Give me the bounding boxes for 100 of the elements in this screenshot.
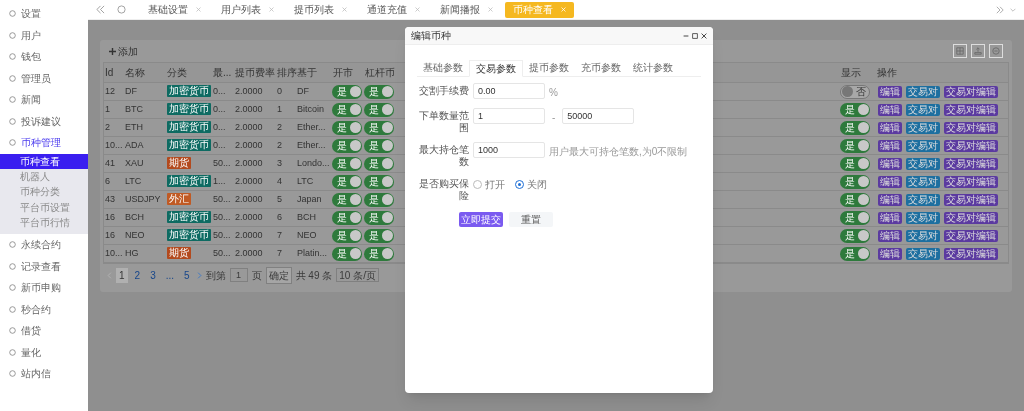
action-button[interactable]: 交易对 bbox=[906, 247, 940, 260]
action-button[interactable]: 编辑 bbox=[878, 85, 902, 98]
sidebar-item[interactable]: 钱包 bbox=[0, 46, 88, 68]
page-button[interactable]: 2 bbox=[131, 267, 144, 283]
sidebar-item[interactable]: 新闻 bbox=[0, 89, 88, 111]
toggle-switch[interactable]: 否 bbox=[840, 84, 870, 99]
dialog-tab[interactable]: 提币参数 bbox=[523, 59, 575, 76]
input-field[interactable]: 50000 bbox=[562, 108, 635, 124]
page-button[interactable]: 1 bbox=[116, 267, 128, 283]
action-button[interactable]: 交易对 bbox=[906, 175, 940, 188]
action-button[interactable]: 交易对编辑 bbox=[944, 211, 998, 224]
page-button[interactable]: ... bbox=[162, 267, 178, 283]
action-button[interactable]: 编辑 bbox=[878, 139, 902, 152]
dialog-tab[interactable]: 交易参数 bbox=[469, 60, 523, 77]
sidebar-item[interactable]: 管理员 bbox=[0, 67, 88, 89]
sidebar-subitem[interactable]: 币种查看 bbox=[0, 153, 88, 169]
input-field[interactable]: 1 bbox=[473, 108, 545, 124]
action-button[interactable]: 交易对 bbox=[906, 103, 940, 116]
action-button[interactable]: 交易对编辑 bbox=[944, 247, 998, 260]
action-button[interactable]: 编辑 bbox=[878, 193, 902, 206]
sidebar-item[interactable]: 站内信 bbox=[0, 363, 88, 385]
sidebar-item[interactable]: 设置 bbox=[0, 3, 88, 25]
toggle-switch[interactable]: 是 bbox=[364, 246, 394, 261]
dialog-tab[interactable]: 基础参数 bbox=[417, 59, 469, 76]
action-button[interactable]: 交易对编辑 bbox=[944, 85, 998, 98]
chevrons-right-icon[interactable] bbox=[996, 5, 1004, 14]
toggle-switch[interactable]: 是 bbox=[840, 228, 870, 243]
action-button[interactable]: 交易对 bbox=[906, 193, 940, 206]
next-icon[interactable] bbox=[196, 271, 202, 279]
toggle-switch[interactable]: 是 bbox=[840, 138, 870, 153]
toggle-switch[interactable]: 是 bbox=[332, 192, 362, 207]
sidebar-subitem[interactable]: 币种分类 bbox=[0, 184, 88, 200]
toggle-switch[interactable]: 是 bbox=[332, 174, 362, 189]
confirm-button[interactable]: 确定 bbox=[265, 266, 292, 284]
toggle-switch[interactable]: 是 bbox=[364, 84, 394, 99]
page-button[interactable]: 5 bbox=[181, 267, 193, 283]
sidebar-subitem[interactable]: 机器人 bbox=[0, 168, 88, 185]
submit-button[interactable]: 立即提交 bbox=[459, 212, 503, 227]
dialog-tab[interactable]: 统计参数 bbox=[627, 59, 679, 76]
sidebar-item[interactable]: 秒合约 bbox=[0, 298, 88, 320]
toggle-switch[interactable]: 是 bbox=[332, 102, 362, 117]
action-button[interactable]: 交易对编辑 bbox=[944, 157, 998, 170]
tab[interactable]: 提币列表 bbox=[286, 1, 355, 18]
sidebar-item[interactable]: 量化 bbox=[0, 341, 88, 363]
toggle-switch[interactable]: 是 bbox=[840, 210, 870, 225]
reset-button[interactable]: 重置 bbox=[509, 212, 553, 227]
tab[interactable]: 基础设置 bbox=[140, 1, 209, 18]
minimize-icon[interactable] bbox=[683, 32, 689, 39]
sidebar-item[interactable]: 币种管理 bbox=[0, 132, 88, 154]
toggle-switch[interactable]: 是 bbox=[840, 246, 870, 261]
sidebar-subitem[interactable]: 平台币行情 bbox=[0, 214, 88, 230]
caret-icon[interactable] bbox=[1010, 6, 1016, 13]
toggle-switch[interactable]: 是 bbox=[364, 228, 394, 243]
action-button[interactable]: 编辑 bbox=[878, 103, 902, 116]
sidebar-subitem[interactable]: 平台币设置 bbox=[0, 199, 88, 215]
sidebar-item[interactable]: 新币申购 bbox=[0, 277, 88, 299]
toggle-switch[interactable]: 是 bbox=[364, 138, 394, 153]
toggle-switch[interactable]: 是 bbox=[364, 156, 394, 171]
toggle-switch[interactable]: 是 bbox=[364, 174, 394, 189]
page-input[interactable]: 1 bbox=[229, 268, 248, 282]
toggle-switch[interactable]: 是 bbox=[332, 138, 362, 153]
dialog-tab[interactable]: 充币参数 bbox=[575, 59, 627, 76]
action-button[interactable]: 编辑 bbox=[878, 247, 902, 260]
action-button[interactable]: 交易对 bbox=[906, 85, 940, 98]
toggle-switch[interactable]: 是 bbox=[332, 84, 362, 99]
toggle-switch[interactable]: 是 bbox=[364, 192, 394, 207]
toggle-switch[interactable]: 是 bbox=[364, 120, 394, 135]
action-button[interactable]: 交易对编辑 bbox=[944, 103, 998, 116]
action-button[interactable]: 交易对编辑 bbox=[944, 139, 998, 152]
action-button[interactable]: 交易对 bbox=[906, 211, 940, 224]
toggle-switch[interactable]: 是 bbox=[332, 156, 362, 171]
toggle-switch[interactable]: 是 bbox=[332, 246, 362, 261]
toggle-switch[interactable]: 是 bbox=[840, 102, 870, 117]
action-button[interactable]: 编辑 bbox=[878, 157, 902, 170]
sidebar-item[interactable]: 投诉建议 bbox=[0, 110, 88, 132]
action-button[interactable]: 交易对 bbox=[906, 121, 940, 134]
action-button[interactable]: 编辑 bbox=[878, 175, 902, 188]
sidebar-item[interactable]: 记录查看 bbox=[0, 255, 88, 277]
sidebar-item[interactable]: 用户 bbox=[0, 24, 88, 46]
tab[interactable]: 用户列表 bbox=[213, 1, 282, 18]
toggle-switch[interactable]: 是 bbox=[840, 156, 870, 171]
input-field[interactable]: 1000 bbox=[473, 142, 545, 158]
maximize-icon[interactable] bbox=[692, 32, 698, 39]
export-icon[interactable] bbox=[971, 44, 985, 58]
columns-icon[interactable] bbox=[953, 44, 967, 58]
action-button[interactable]: 交易对编辑 bbox=[944, 193, 998, 206]
action-button[interactable]: 交易对编辑 bbox=[944, 175, 998, 188]
toggle-switch[interactable]: 是 bbox=[332, 210, 362, 225]
action-button[interactable]: 交易对 bbox=[906, 157, 940, 170]
radio-option[interactable]: 关闭 bbox=[515, 177, 547, 192]
toggle-switch[interactable]: 是 bbox=[332, 228, 362, 243]
sidebar-item[interactable]: 永续合约 bbox=[0, 234, 88, 256]
action-button[interactable]: 交易对编辑 bbox=[944, 121, 998, 134]
add-button[interactable]: 添加 bbox=[109, 43, 138, 59]
page-button[interactable]: 3 bbox=[147, 267, 159, 283]
sidebar-item[interactable]: 借贷 bbox=[0, 320, 88, 342]
action-button[interactable]: 编辑 bbox=[878, 229, 902, 242]
action-button[interactable]: 编辑 bbox=[878, 121, 902, 134]
toggle-switch[interactable]: 是 bbox=[840, 192, 870, 207]
action-button[interactable]: 交易对编辑 bbox=[944, 229, 998, 242]
